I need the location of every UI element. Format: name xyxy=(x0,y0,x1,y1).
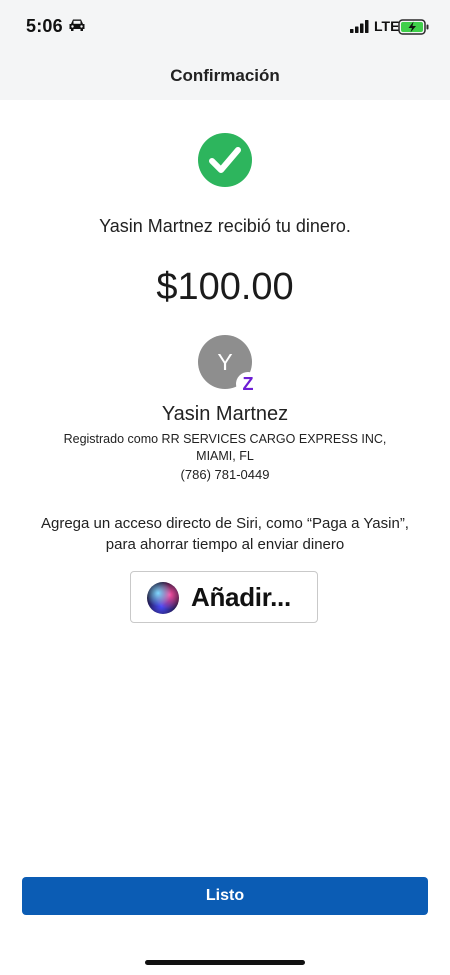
recipient-name: Yasin Martnez xyxy=(161,403,289,425)
car-icon xyxy=(69,19,85,31)
status-time: 5:06 xyxy=(26,16,63,36)
home-indicator[interactable] xyxy=(145,960,305,965)
registered-line-2: MIAMI, FL xyxy=(196,449,254,463)
siri-prompt-line-2: para ahorrar tiempo al enviar dinero xyxy=(105,536,345,553)
battery-charging-icon xyxy=(398,19,429,35)
top-bar: 5:06 LTE Confirmación xyxy=(0,0,450,100)
confirmation-message: Yasin Martnez recibió tu dinero. xyxy=(99,216,351,236)
recipient-phone: (786) 781-0449 xyxy=(180,467,270,482)
registered-line-1: Registrado como RR SERVICES CARGO EXPRES… xyxy=(63,432,387,446)
done-button[interactable]: Listo xyxy=(22,877,428,915)
network-label: LTE xyxy=(374,18,400,34)
amount: $100.00 xyxy=(156,266,294,308)
check-circle-icon xyxy=(198,133,252,187)
page-title: Confirmación xyxy=(170,66,280,85)
siri-icon xyxy=(147,582,179,614)
add-to-siri-button[interactable]: Añadir... xyxy=(130,571,318,623)
signal-icon xyxy=(350,20,369,33)
add-to-siri-label: Añadir... xyxy=(191,582,291,612)
siri-prompt-line-1: Agrega un acceso directo de Siri, como “… xyxy=(41,515,409,532)
zelle-badge: Z xyxy=(236,372,260,396)
siri-prompt: Agrega un acceso directo de Siri, como “… xyxy=(20,513,430,555)
registered-as: Registrado como RR SERVICES CARGO EXPRES… xyxy=(40,431,410,465)
